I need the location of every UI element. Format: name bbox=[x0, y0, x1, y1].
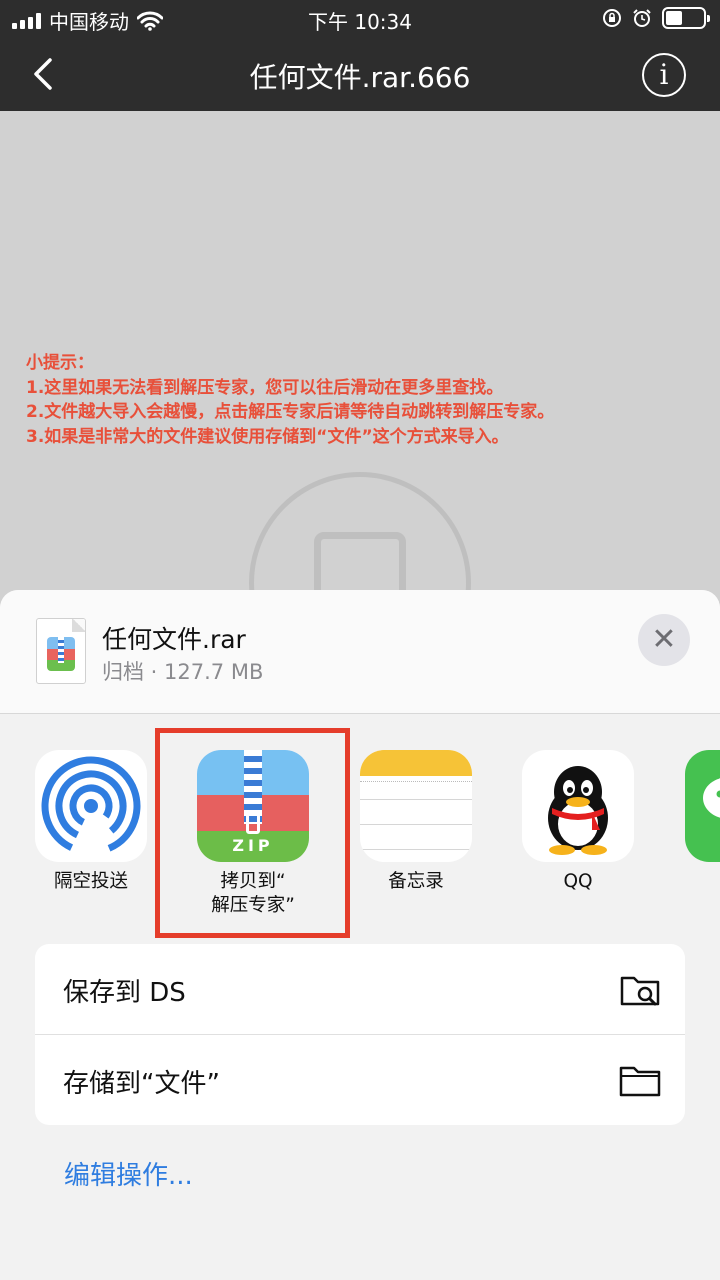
status-right bbox=[602, 7, 710, 29]
share-app-qq[interactable]: QQ bbox=[522, 750, 634, 894]
close-button[interactable]: ✕ bbox=[638, 614, 690, 666]
tips-line-1: 1.这里如果无法看到解压专家，您可以往后滑动在更多里查找。 bbox=[26, 377, 504, 398]
share-app-label: 隔空投送 bbox=[53, 871, 128, 892]
edit-actions-link[interactable]: 编辑操作... bbox=[64, 1155, 193, 1192]
nav-bar: 任何文件.rar.666 i bbox=[0, 36, 720, 111]
folder-search-icon bbox=[620, 976, 660, 1006]
rotation-lock-icon bbox=[603, 9, 621, 27]
info-circle-icon[interactable]: i bbox=[642, 53, 686, 97]
notes-icon bbox=[360, 750, 472, 862]
highlight-box bbox=[155, 728, 350, 938]
share-app-label: 备忘录 bbox=[388, 871, 444, 892]
close-icon: ✕ bbox=[651, 622, 677, 657]
status-bar: 中国移动 下午 10:34 bbox=[0, 0, 720, 36]
action-save-to-files[interactable]: 存储到“文件” bbox=[35, 1034, 685, 1124]
wechat-icon bbox=[685, 750, 720, 862]
battery-icon bbox=[662, 7, 710, 29]
tips-line-2: 2.文件越大导入会越慢，点击解压专家后请等待自动跳转到解压专家。 bbox=[26, 402, 555, 422]
airdrop-icon bbox=[35, 750, 147, 862]
action-label: 存储到“文件” bbox=[63, 1069, 220, 1099]
share-app-notes[interactable]: 备忘录 bbox=[360, 750, 472, 894]
tips-line-3: 3.如果是非常大的文件建议使用存储到“文件”这个方式来导入。 bbox=[26, 426, 509, 447]
file-name: 任何文件.rar bbox=[102, 625, 246, 654]
share-app-wechat[interactable] bbox=[685, 750, 720, 862]
action-label: 保存到 DS bbox=[63, 978, 186, 1008]
share-apps-row: 隔空投送 ZIP 拷贝到“ 解压专家” 备忘录 QQ bbox=[0, 714, 720, 940]
qq-icon bbox=[522, 750, 634, 862]
share-app-airdrop[interactable]: 隔空投送 bbox=[35, 750, 147, 894]
share-actions-list: 保存到 DS 存储到“文件” bbox=[35, 944, 685, 1125]
share-sheet-header: 任何文件.rar 归档 · 127.7 MB ✕ bbox=[0, 590, 720, 714]
share-app-label: QQ bbox=[563, 871, 593, 892]
page-title: 任何文件.rar.666 bbox=[249, 61, 471, 94]
tips-block: 小提示： 1.这里如果无法看到解压专家，您可以往后滑动在更多里查找。 2.文件越… bbox=[26, 351, 554, 449]
folder-icon bbox=[619, 1066, 661, 1097]
file-meta: 归档 · 127.7 MB bbox=[102, 660, 264, 684]
file-thumbnail-icon bbox=[36, 618, 86, 684]
share-sheet: 任何文件.rar 归档 · 127.7 MB ✕ 隔空投送 ZIP 拷贝到“ 解… bbox=[0, 590, 720, 1280]
tips-heading: 小提示： bbox=[26, 353, 94, 373]
alarm-icon bbox=[633, 9, 651, 27]
action-save-to-ds[interactable]: 保存到 DS bbox=[35, 944, 685, 1034]
